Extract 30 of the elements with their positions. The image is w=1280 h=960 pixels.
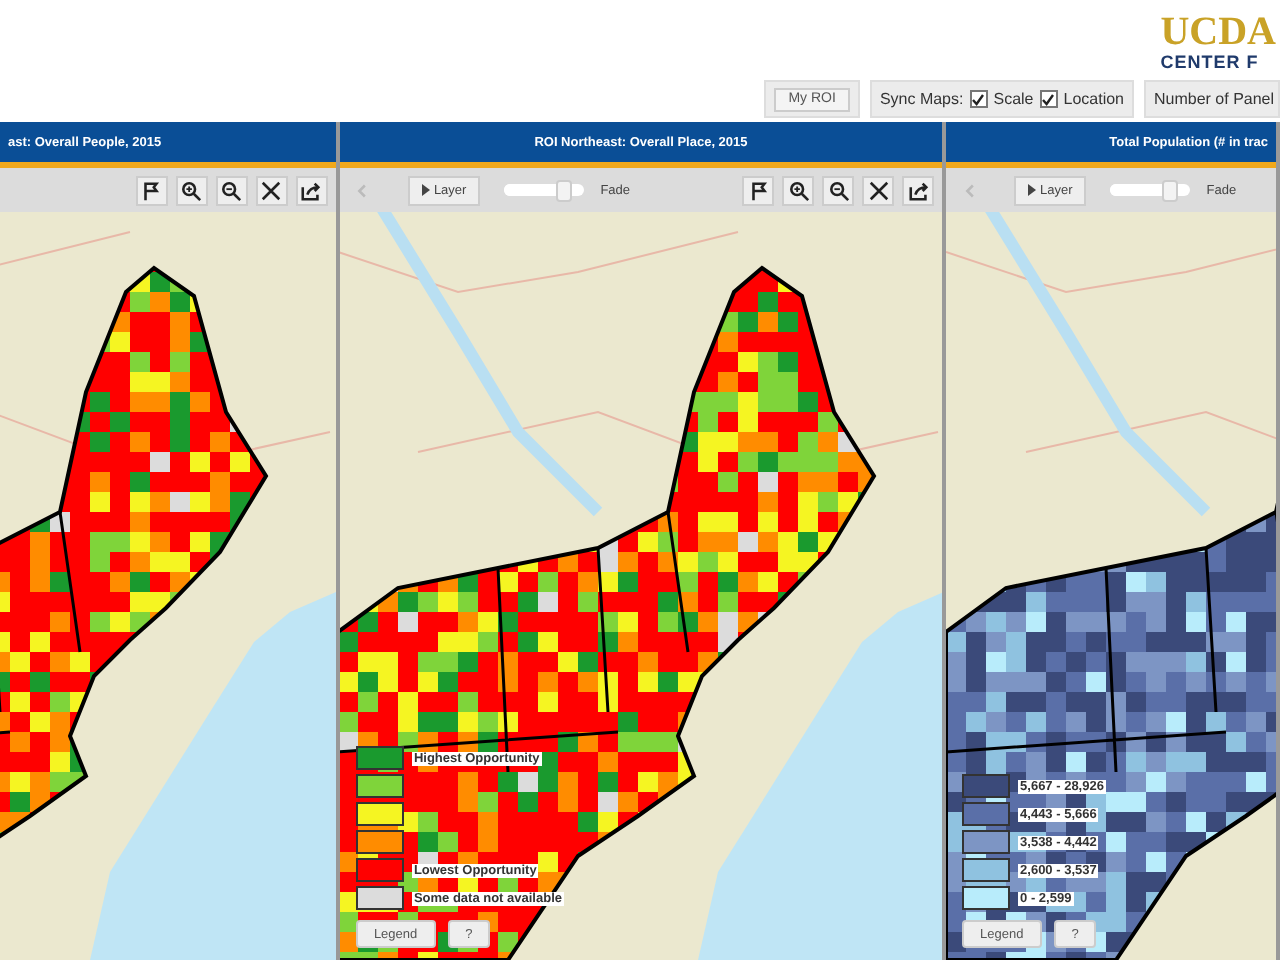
flag-button[interactable] [742,175,775,205]
flag-icon [140,179,163,201]
checkbox-label: Location [1063,90,1124,108]
checkbox[interactable] [1039,90,1058,108]
checkbox-label: Scale [993,90,1034,108]
checkmark-icon [1042,93,1055,105]
checkbox[interactable] [969,90,988,108]
zoom-in-button[interactable] [175,175,208,205]
flag-icon [747,179,770,201]
zoom-in-button[interactable] [782,175,815,205]
cross-arrows-button[interactable] [862,175,895,205]
panel-count-field[interactable]: Number of Panel [1144,80,1280,118]
zoom-out-icon [827,179,850,201]
logo-text: UCDA [1160,12,1276,52]
flag-button[interactable] [135,175,168,205]
caret-icon [421,184,430,196]
share-icon [300,179,323,201]
caret-icon [1028,184,1037,196]
share-icon [907,179,930,201]
checkmark-icon [972,93,985,105]
logo-subtitle: CENTER F [1160,52,1259,72]
share-button[interactable] [902,175,935,205]
zoom-out-button[interactable] [215,175,248,205]
share-button[interactable] [295,175,328,205]
zoom-out-icon [220,179,243,201]
sync-maps-label: Sync Maps: [879,90,964,108]
zoom-out-button[interactable] [822,175,855,205]
cross-arrows-button[interactable] [255,175,288,205]
zoom-in-icon [180,179,203,201]
zoom-in-icon [787,179,810,201]
